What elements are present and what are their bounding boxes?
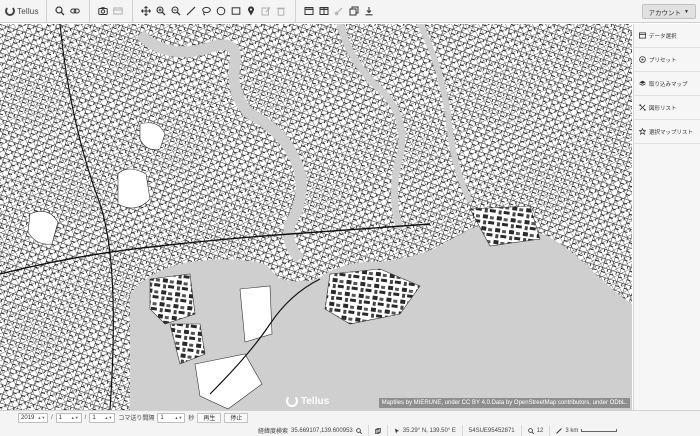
latlon-search-label: 経緯度検索 (258, 429, 289, 435)
step-interval-value: 1 (160, 414, 164, 421)
top-toolbar: Tellus アカウント ▼ (0, 0, 700, 23)
app-window: Tellus アカウント ▼ Tellus Maptiles by MIERUN… (0, 0, 700, 436)
map-list-icon (639, 128, 646, 135)
month-value: 1 (58, 414, 63, 421)
mesh-code: 54SUE95452871 (463, 425, 522, 436)
cursor-latlon: 35.29° N, 139.50° E (402, 427, 456, 434)
zoom-icon (527, 427, 534, 434)
edit-icon[interactable] (261, 6, 272, 17)
toolbar-group-capture (90, 0, 133, 23)
zoom-level: 12 (522, 425, 551, 436)
app-logo-text: Tellus (17, 6, 39, 16)
account-label: アカウント (648, 9, 682, 17)
download-icon[interactable] (364, 6, 375, 17)
cursor-icon (394, 428, 399, 433)
zoom-value: 12 (536, 427, 544, 434)
play-button[interactable]: 再生 (197, 412, 222, 423)
date-separator: / (84, 414, 87, 421)
data-icon (639, 32, 646, 39)
month-select[interactable]: 1 ▲▼ (55, 412, 82, 423)
toolbar-group-search (47, 0, 90, 23)
link-icon[interactable] (70, 6, 81, 17)
move-icon[interactable] (141, 6, 152, 17)
scale-bar (581, 429, 618, 432)
preset-icon (639, 56, 646, 63)
sidebar-item-label: 選択マップリスト (649, 129, 694, 136)
window-icon[interactable] (304, 6, 315, 17)
split-icon[interactable] (319, 6, 330, 17)
status-bar: 経緯度検索 35.669107,139.600953 35.29° N, 139… (0, 424, 700, 436)
year-select[interactable]: 2019 ▲▼ (18, 412, 48, 423)
reclaimed-island (239, 285, 273, 343)
pin-icon[interactable] (246, 6, 257, 17)
ruler-icon (556, 427, 563, 434)
day-value: 1 (92, 414, 96, 421)
chevron-updown-icon: ▲▼ (70, 415, 79, 420)
cursor-coordinates: 35.29° N, 139.50° E (388, 425, 463, 436)
date-separator: / (51, 414, 53, 421)
sidebar-item-data-select[interactable]: データ選択 (634, 24, 700, 48)
lasso-icon[interactable] (201, 6, 212, 17)
sidebar-item-label: プリセット (649, 57, 677, 64)
time-controls: 2019 ▲▼ / 1 ▲▼ / 1 ▲▼ コマ送り間隔 1 ▲▼ 秒 再生 停… (0, 411, 249, 424)
step-interval-label: コマ送り間隔 (118, 416, 155, 422)
copy-icon (374, 427, 381, 434)
camera-icon[interactable] (98, 6, 109, 17)
toolbar-group-draw (133, 0, 296, 23)
day-select[interactable]: 1 ▲▼ (89, 412, 116, 423)
year-value: 2019 (21, 414, 35, 421)
latlon-search-value: 35.669107,139.600953 (291, 427, 353, 434)
search-icon[interactable] (355, 427, 362, 434)
search-icon[interactable] (55, 6, 66, 17)
toolbar-group-view (296, 0, 383, 23)
sidebar-item-map-list[interactable]: 選択マップリスト (634, 120, 700, 144)
tellus-logo-icon (286, 395, 298, 407)
compare-icon[interactable] (334, 6, 345, 17)
step-interval-select[interactable]: 1 ▲▼ (157, 412, 186, 423)
chevron-updown-icon: ▲▼ (174, 415, 183, 420)
zoom-in-icon[interactable] (156, 6, 167, 17)
map-attribution[interactable]: Maptiles by MIERUNE, under CC BY 4.0.Dat… (378, 398, 630, 408)
sidebar-item-label: 図形リスト (649, 105, 677, 112)
sidebar-item-label: データ選択 (649, 33, 677, 40)
app-logo: Tellus (0, 0, 47, 23)
line-icon[interactable] (186, 6, 197, 17)
card-icon[interactable] (113, 6, 124, 17)
zoom-out-icon[interactable] (171, 6, 182, 17)
sidebar-item-preset[interactable]: プリセット (634, 48, 700, 72)
chevron-down-icon: ▼ (684, 8, 689, 15)
side-panel: データ選択 プリセット 取り込みマップ 図形リスト 選択マップリスト (633, 24, 700, 410)
chevron-updown-icon: ▲▼ (104, 415, 113, 420)
sidebar-item-shape-list[interactable]: 図形リスト (634, 96, 700, 120)
latlon-search[interactable]: 経緯度検索 35.669107,139.600953 (0, 425, 369, 436)
rectangle-icon[interactable] (231, 6, 242, 17)
scale-value: 3 km (565, 427, 579, 434)
bottom-bar: 2019 ▲▼ / 1 ▲▼ / 1 ▲▼ コマ送り間隔 1 ▲▼ 秒 再生 停… (0, 410, 700, 436)
map-canvas[interactable]: Tellus Maptiles by MIERUNE, under CC BY … (0, 24, 632, 410)
shape-list-icon (639, 104, 646, 111)
circle-icon[interactable] (216, 6, 227, 17)
park-imperial-palace (117, 168, 151, 209)
stop-button[interactable]: 停止 (224, 412, 249, 423)
scale-indicator: 3 km (550, 425, 623, 436)
sidebar-item-import-map[interactable]: 取り込みマップ (634, 72, 700, 96)
trash-icon[interactable] (276, 6, 287, 17)
map-tiles (0, 24, 632, 410)
import-map-icon (639, 80, 646, 86)
step-unit-label: 秒 (188, 416, 195, 422)
copy-coords[interactable] (369, 425, 388, 436)
chevron-updown-icon: ▲▼ (37, 415, 46, 420)
layers-icon[interactable] (349, 6, 360, 17)
account-button[interactable]: アカウント ▼ (641, 4, 696, 19)
map-watermark-logo: Tellus (286, 395, 329, 407)
map-logo-text: Tellus (301, 395, 330, 407)
mesh-code-value: 54SUE95452871 (468, 427, 515, 434)
sidebar-item-label: 取り込みマップ (649, 81, 688, 88)
tellus-logo-icon (5, 6, 15, 16)
